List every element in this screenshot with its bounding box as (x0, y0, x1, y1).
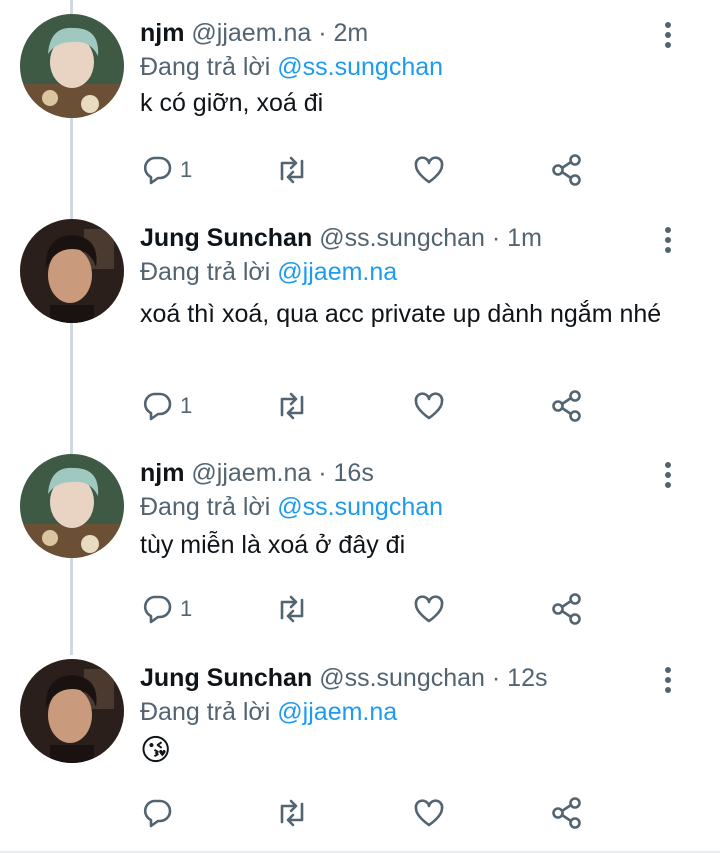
share-icon (552, 593, 581, 625)
retweet-icon (280, 392, 304, 420)
tweet-actions: 1 (140, 589, 600, 629)
author-name[interactable]: Jung Sunchan (140, 224, 312, 252)
separator: · (491, 224, 501, 252)
share-icon (552, 154, 581, 186)
tweet[interactable]: njm @jjaem.na · 2m Đang trả lời @ss.sung… (0, 0, 720, 225)
reply-button[interactable]: 1 (140, 589, 192, 629)
separator: · (318, 459, 327, 487)
retweet-icon (280, 595, 304, 623)
like-button[interactable] (412, 589, 446, 629)
retweet-button[interactable] (274, 386, 310, 426)
separator: · (491, 664, 501, 692)
tweet-text: xoá thì xoá, qua acc private up dành ngắ… (140, 300, 662, 328)
more-vertical-icon (665, 227, 671, 233)
author-name[interactable]: Jung Sunchan (140, 664, 312, 692)
timestamp[interactable]: 1m (507, 224, 542, 252)
mention-link[interactable]: @ss.sungchan (277, 53, 443, 81)
tweet-text: k có giỡn, xoá đi (140, 89, 324, 117)
reply-icon (143, 595, 172, 624)
reply-button[interactable] (140, 793, 180, 833)
like-button[interactable] (412, 386, 446, 426)
tweet-header: Jung Sunchan @ss.sungchan · 1m (140, 221, 670, 255)
reply-count: 1 (180, 393, 193, 418)
tweet-actions (140, 793, 600, 833)
more-vertical-icon (665, 22, 671, 28)
heart-icon (414, 392, 444, 420)
replying-to-label: Đang trả lời (140, 53, 271, 81)
avatar[interactable] (20, 659, 124, 763)
tweet-text: 😘 (140, 734, 172, 767)
share-icon (552, 390, 581, 422)
author-handle[interactable]: @ss.sungchan (319, 224, 485, 252)
more-options-button[interactable] (656, 663, 680, 697)
author-handle[interactable]: @ss.sungchan (319, 664, 485, 692)
timestamp[interactable]: 12s (507, 664, 547, 692)
avatar[interactable] (20, 454, 124, 558)
reply-icon (143, 392, 172, 421)
tweet[interactable]: Jung Sunchan @ss.sungchan · 1m Đang trả … (0, 219, 720, 450)
timestamp[interactable]: 16s (334, 459, 374, 487)
reply-icon (143, 156, 172, 185)
replying-to: Đang trả lời @ss.sungchan (140, 490, 670, 524)
retweet-button[interactable] (274, 793, 310, 833)
replying-to: Đang trả lời @jjaem.na (140, 255, 670, 289)
tweet[interactable]: Jung Sunchan @ss.sungchan · 12s Đang trả… (0, 655, 720, 853)
more-options-button[interactable] (656, 458, 680, 492)
replying-to-label: Đang trả lời (140, 493, 271, 521)
author-handle[interactable]: @jjaem.na (191, 19, 311, 47)
separator: · (318, 19, 327, 47)
more-options-button[interactable] (656, 18, 680, 52)
share-icon (552, 797, 581, 829)
reply-count: 1 (180, 157, 193, 182)
like-button[interactable] (412, 793, 446, 833)
author-name[interactable]: njm (140, 19, 184, 47)
reply-thread: njm @jjaem.na · 2m Đang trả lời @ss.sung… (0, 0, 720, 853)
tweet[interactable]: njm @jjaem.na · 16s Đang trả lời @ss.sun… (0, 450, 720, 655)
reply-button[interactable]: 1 (140, 386, 192, 426)
share-button[interactable] (550, 150, 584, 190)
mention-link[interactable]: @ss.sungchan (277, 493, 443, 521)
retweet-button[interactable] (274, 589, 310, 629)
timestamp[interactable]: 2m (334, 19, 369, 47)
more-vertical-icon (665, 462, 671, 468)
tweet-header: njm @jjaem.na · 16s (140, 456, 670, 490)
author-name[interactable]: njm (140, 459, 184, 487)
mention-link[interactable]: @jjaem.na (277, 258, 397, 286)
tweet-text: tùy miễn là xoá ở đây đi (140, 531, 406, 559)
tweet-header: Jung Sunchan @ss.sungchan · 12s (140, 661, 670, 695)
retweet-icon (280, 156, 304, 184)
reply-icon (143, 799, 172, 828)
tweet-header: njm @jjaem.na · 2m (140, 16, 670, 50)
heart-icon (414, 595, 444, 623)
share-button[interactable] (550, 589, 584, 629)
tweet-actions: 1 (140, 386, 600, 426)
replying-to: Đang trả lời @jjaem.na (140, 695, 670, 729)
replying-to: Đang trả lời @ss.sungchan (140, 50, 670, 84)
like-button[interactable] (412, 150, 446, 190)
avatar[interactable] (20, 219, 124, 323)
retweet-icon (280, 799, 304, 827)
avatar[interactable] (20, 14, 124, 118)
replying-to-label: Đang trả lời (140, 698, 271, 726)
mention-link[interactable]: @jjaem.na (277, 698, 397, 726)
reply-count: 1 (180, 596, 193, 621)
more-vertical-icon (665, 667, 671, 673)
share-button[interactable] (550, 793, 584, 833)
replying-to-label: Đang trả lời (140, 258, 271, 286)
heart-icon (414, 799, 444, 827)
heart-icon (414, 156, 444, 184)
author-handle[interactable]: @jjaem.na (191, 459, 311, 487)
share-button[interactable] (550, 386, 584, 426)
retweet-button[interactable] (274, 150, 310, 190)
more-options-button[interactable] (656, 223, 680, 257)
reply-button[interactable]: 1 (140, 150, 192, 190)
tweet-actions: 1 (140, 150, 600, 190)
